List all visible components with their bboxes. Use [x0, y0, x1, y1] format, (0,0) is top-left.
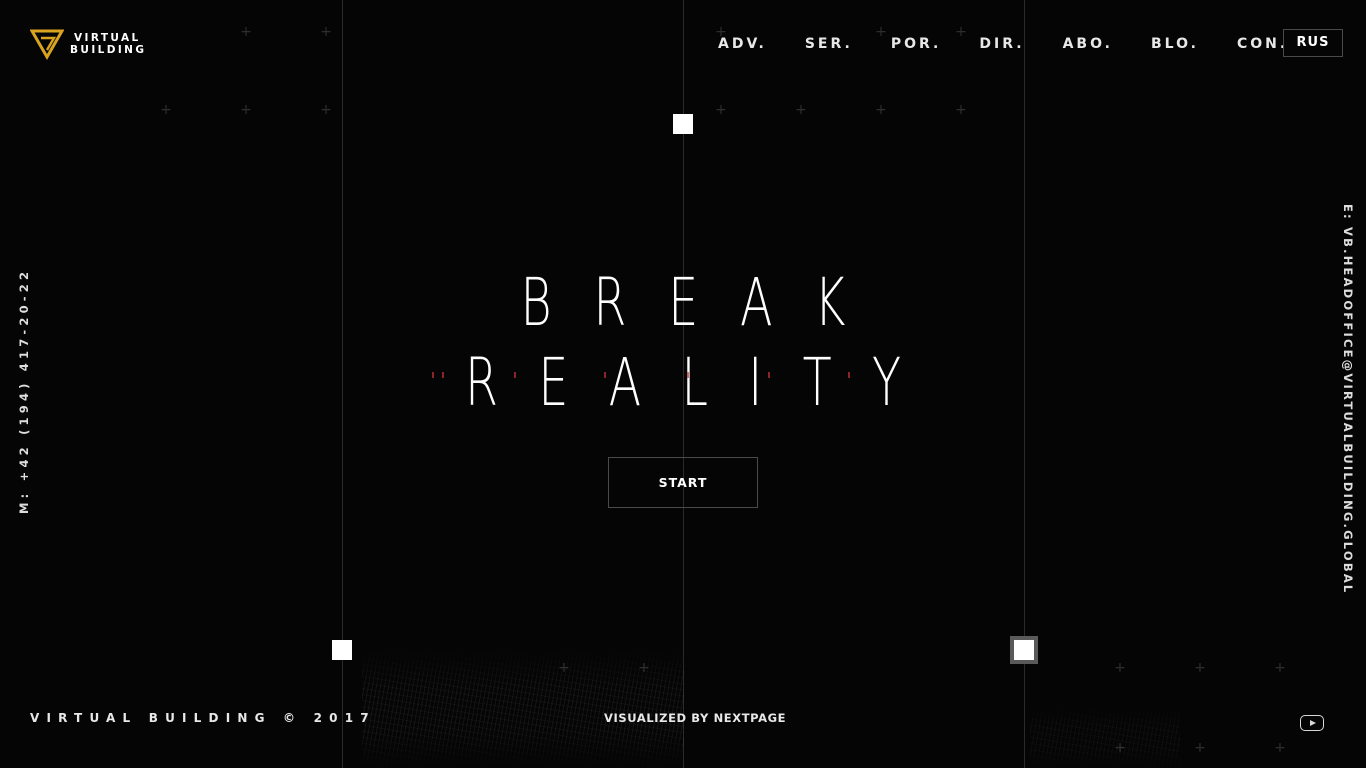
nav-item-blog[interactable]: BLO. — [1151, 34, 1199, 54]
grid-node — [673, 114, 693, 134]
main-nav: ADV. SER. POR. DIR. ABO. BLO. CON. — [718, 34, 1288, 54]
background-texture — [362, 650, 684, 768]
virtual-building-logo-icon — [30, 29, 64, 60]
plus-marker: + — [320, 24, 332, 40]
plus-marker: + — [1194, 740, 1206, 756]
plus-marker: + — [875, 102, 887, 118]
brand-wordmark: VIRTUAL BUILDING — [70, 32, 146, 56]
nav-item-contacts[interactable]: CON. — [1237, 34, 1288, 54]
brand-line-1: VIRTUAL — [74, 32, 141, 44]
hero-title-line-2: REALITY — [0, 348, 1366, 418]
credits-link[interactable]: VISUALIZED BY NEXTPAGE — [604, 710, 786, 726]
hero-title-text-1: BREAK — [520, 264, 888, 341]
background-texture — [1030, 708, 1180, 768]
copyright-text: VIRTUAL BUILDING © 2017 — [30, 711, 376, 725]
hero-title-text-2: REALITY — [464, 344, 942, 421]
nav-item-services[interactable]: SER. — [805, 34, 853, 54]
youtube-icon[interactable] — [1300, 715, 1324, 731]
brand-logo[interactable]: VIRTUAL BUILDING — [30, 28, 146, 60]
plus-marker: + — [240, 24, 252, 40]
language-switch-button[interactable]: RUS — [1283, 29, 1343, 57]
hero-title-line-1: BREAK — [0, 268, 1366, 338]
grid-node — [1014, 640, 1034, 660]
plus-marker: + — [240, 102, 252, 118]
nav-item-directions[interactable]: DIR. — [979, 34, 1024, 54]
grid-node — [332, 640, 352, 660]
plus-marker: + — [1274, 660, 1286, 676]
plus-marker: + — [1274, 740, 1286, 756]
nav-item-advantages[interactable]: ADV. — [718, 34, 767, 54]
plus-marker: + — [160, 102, 172, 118]
plus-marker: + — [1114, 660, 1126, 676]
start-button[interactable]: START — [608, 457, 758, 508]
plus-marker: + — [955, 102, 967, 118]
plus-marker: + — [320, 102, 332, 118]
brand-line-2: BUILDING — [70, 44, 147, 56]
nav-item-about[interactable]: ABO. — [1063, 34, 1113, 54]
plus-marker: + — [1194, 660, 1206, 676]
nav-item-portfolio[interactable]: POR. — [891, 34, 942, 54]
plus-marker: + — [715, 102, 727, 118]
plus-marker: + — [795, 102, 807, 118]
